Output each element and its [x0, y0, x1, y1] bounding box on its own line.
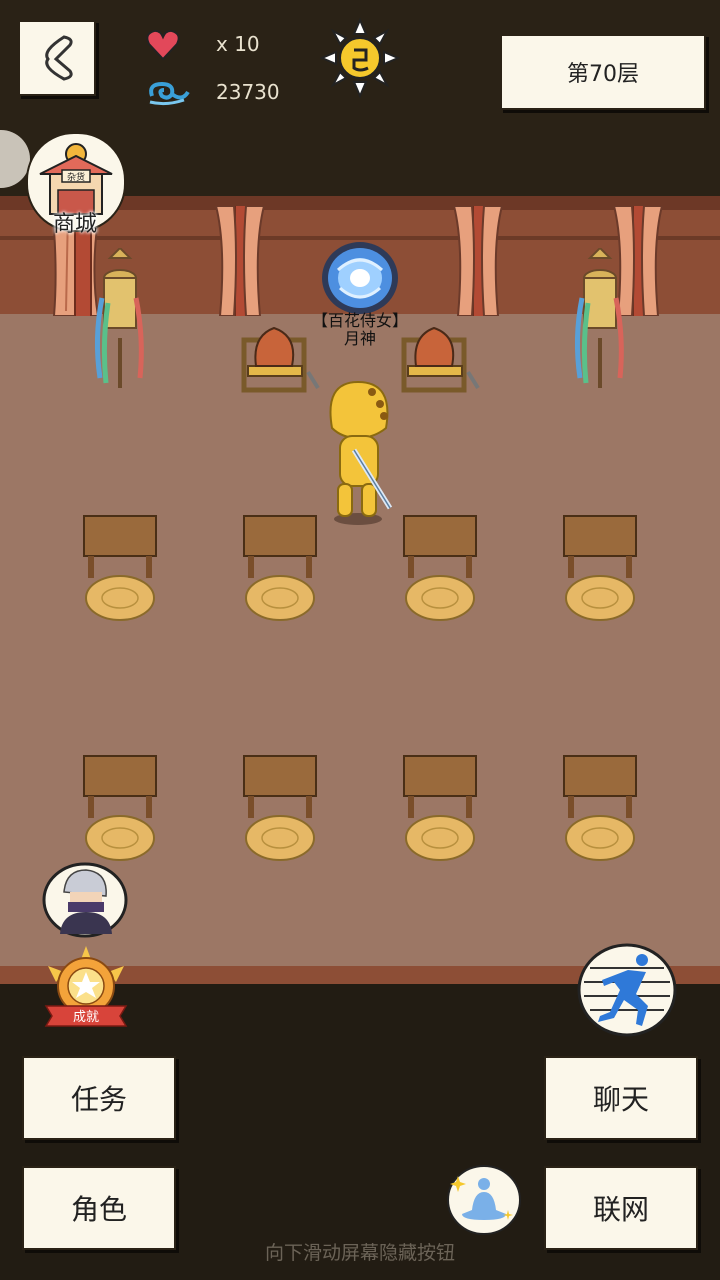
prayer-wheel-right: [574, 248, 624, 388]
curtain: [214, 206, 266, 316]
desk-with-cushion: [403, 515, 477, 621]
back-button[interactable]: [18, 20, 96, 96]
desk-with-cushion: [563, 755, 637, 861]
time-of-day-sun-icon[interactable]: [320, 18, 400, 98]
throne-left: [241, 326, 320, 393]
desk-with-cushion: [83, 515, 157, 621]
meditate-button[interactable]: [446, 1164, 522, 1236]
portal-orb[interactable]: [320, 240, 400, 316]
spirit-currency-icon: [149, 81, 190, 106]
lives-count: x 10: [216, 32, 260, 56]
prayer-wheel-left: [94, 248, 144, 388]
chat-button[interactable]: 聊天: [544, 1056, 698, 1140]
coin-count: 23730: [216, 80, 280, 104]
hide-buttons-hint: 向下滑动屏幕隐藏按钮: [264, 1242, 455, 1264]
heart-icon: [146, 29, 180, 61]
achievement-badge-icon[interactable]: 成就: [42, 946, 130, 1030]
achievement-label: 成就: [73, 1010, 99, 1025]
throne-right: [401, 326, 480, 393]
npc-avatar-ninja[interactable]: [42, 862, 128, 938]
desk-with-cushion: [243, 515, 317, 621]
desk-with-cushion: [243, 755, 317, 861]
floor-level-button[interactable]: 第70层: [500, 34, 706, 110]
player-character[interactable]: [318, 376, 400, 526]
sprint-button[interactable]: [576, 942, 678, 1038]
shop-label: 商城: [52, 212, 97, 237]
desk-with-cushion: [563, 515, 637, 621]
shop-sign-text: 杂货: [67, 171, 85, 183]
task-button[interactable]: 任务: [22, 1056, 176, 1140]
desk-with-cushion: [403, 755, 477, 861]
back-arrow-icon: [45, 35, 73, 81]
curtain: [452, 206, 504, 316]
desk-with-cushion: [83, 755, 157, 861]
